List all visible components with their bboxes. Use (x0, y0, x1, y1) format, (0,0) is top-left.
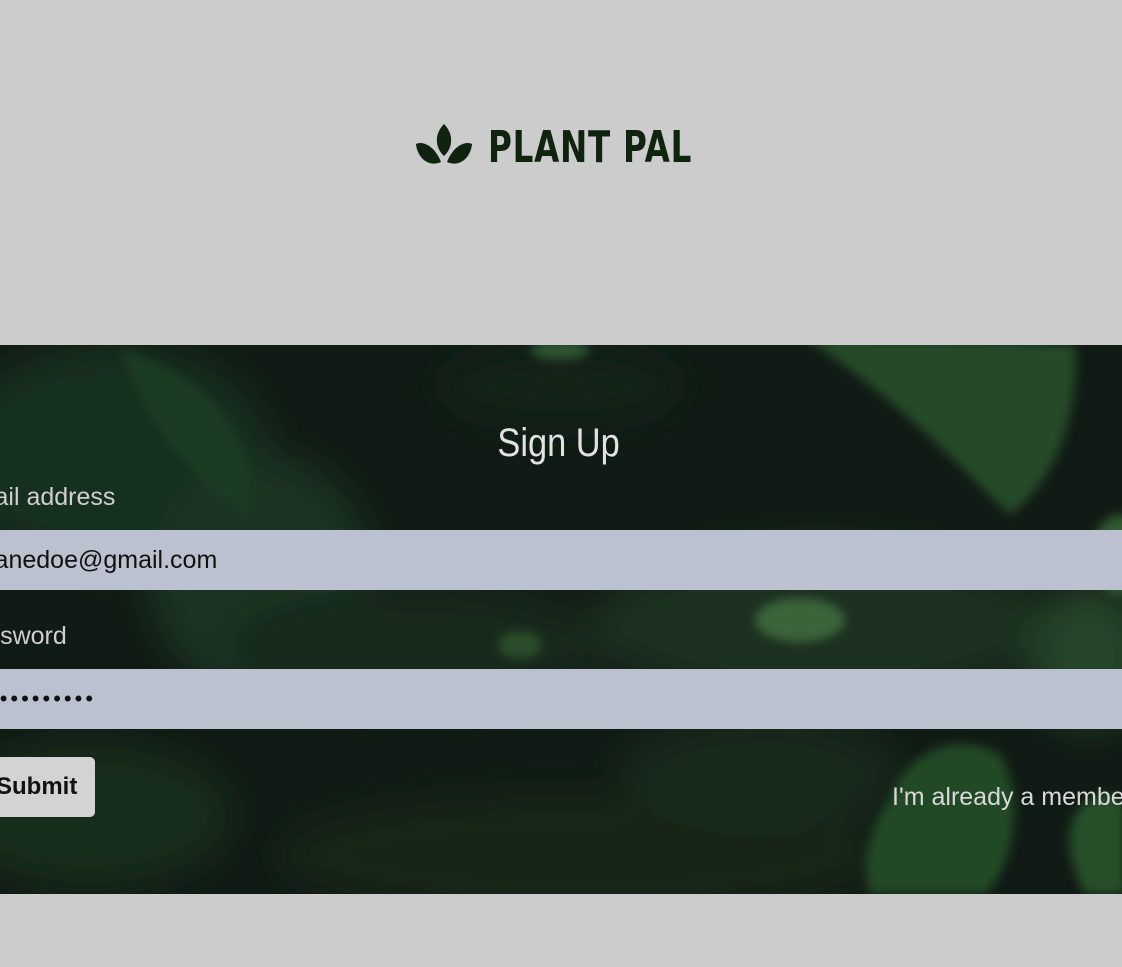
form-title: Sign Up (497, 421, 620, 465)
email-input[interactable] (0, 530, 1122, 590)
footer (0, 894, 1122, 967)
signup-section: Sign Up Email address Password Submit I'… (0, 345, 1122, 894)
email-label: Email address (0, 483, 116, 511)
sprout-leaves-icon (416, 124, 472, 164)
already-member-link[interactable]: I'm already a member (892, 785, 1122, 810)
signup-page: PLANT PAL Sign Up ail address janedoe@gm… (0, 0, 1122, 967)
password-label: Password (0, 622, 67, 650)
password-input[interactable] (0, 669, 1122, 729)
brand: PLANT PAL (414, 118, 764, 178)
brand-name: PLANT PAL (488, 122, 693, 173)
submit-button[interactable]: Submit (0, 757, 95, 817)
header: PLANT PAL (0, 0, 1122, 345)
